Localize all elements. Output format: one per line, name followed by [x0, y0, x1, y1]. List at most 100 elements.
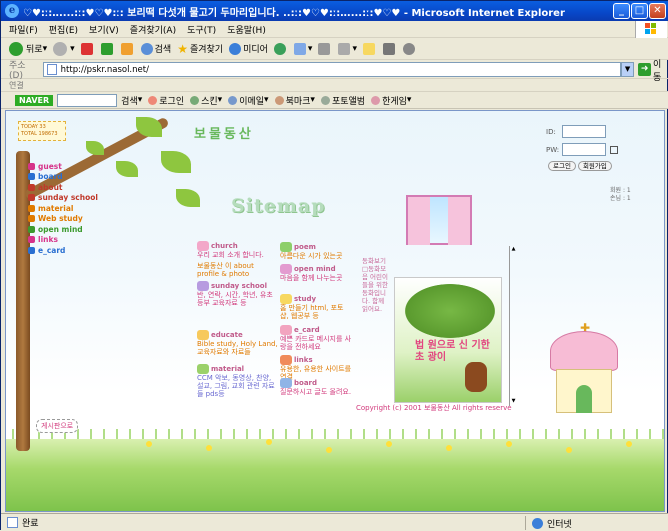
story-scrollbar[interactable]: ▲ ▼	[509, 246, 517, 406]
nav-item-e_card[interactable]: e_card	[28, 245, 98, 256]
login-button[interactable]: 로그인	[548, 161, 576, 171]
menu-file[interactable]: 파일(F)	[9, 23, 38, 36]
flower-icon	[266, 439, 272, 445]
save-id-checkbox[interactable]	[610, 145, 618, 154]
mail-button[interactable]: ▾	[293, 42, 312, 55]
e-card-icon	[280, 325, 292, 335]
join-button[interactable]: 회원가입	[577, 161, 612, 171]
naver-logo[interactable]: NAVER	[15, 94, 54, 106]
nav-item-links[interactable]: links	[28, 235, 98, 246]
category-desc: 아름다운 시가 있는곳	[280, 252, 343, 260]
category-open-mind[interactable]: open mind 마음을 함께 나누는곳	[280, 264, 352, 282]
print-button[interactable]	[318, 42, 332, 55]
login-icon	[148, 95, 158, 105]
nav-item-web-study[interactable]: Web study	[28, 214, 98, 225]
pw-input[interactable]	[562, 143, 606, 156]
home-button[interactable]	[120, 42, 135, 55]
nav-item-about[interactable]: about	[28, 182, 98, 193]
research-button[interactable]	[382, 42, 397, 55]
media-button[interactable]: 미디어	[229, 42, 268, 55]
address-input[interactable]: http://pskr.nasol.net/	[42, 62, 621, 77]
menu-tools[interactable]: 도구(T)	[187, 23, 216, 36]
back-arrow-icon	[9, 41, 23, 56]
globe-icon	[532, 517, 543, 529]
menu-favorites[interactable]: 즐겨찾기(A)	[130, 23, 176, 36]
naver-bookmark-button[interactable]: 북마크 ▾	[274, 94, 315, 107]
stop-button[interactable]	[80, 42, 95, 55]
edit-icon	[338, 42, 351, 55]
window-title: ♡♥:ː:‥....:ː:♥♡♥:ː: 보리떡 다섯개 물고기 두마리입니다. …	[23, 7, 565, 19]
category-poem[interactable]: poem 아름다운 시가 있는곳	[280, 242, 352, 260]
search-button[interactable]: 검색	[140, 42, 171, 55]
go-label: 이동	[652, 59, 662, 83]
category-about[interactable]: 보물동산 이 about profile & photo	[197, 262, 275, 278]
category-title: links	[294, 356, 313, 364]
page-icon	[46, 64, 57, 75]
edit-button[interactable]: ▾	[338, 42, 357, 55]
story-side-text[interactable]: 동화보기 □동화모음 어린이들을 위한 동화입니다. 함께 읽어요.	[362, 257, 392, 313]
category-material[interactable]: material CCM 악보, 동영상, 찬양, 설교, 그림, 교회 관련 …	[197, 364, 279, 398]
messenger-icon	[402, 42, 415, 55]
category-desc: Bible study, Holy Land, 교육자료와 자료들	[197, 340, 278, 356]
flower-icon	[506, 441, 512, 447]
nav-bullet-icon	[28, 173, 35, 181]
skin-icon	[190, 95, 200, 105]
nav-item-open-mind[interactable]: open mind	[28, 224, 98, 235]
educate-icon	[197, 330, 209, 340]
category-desc: 반, 연락, 시간, 학년, 유초등부 교육자료 등	[197, 291, 273, 307]
links-bar[interactable]: 연결	[1, 80, 668, 92]
site-logo[interactable]: 보물동산	[194, 123, 254, 142]
nav-item-label: material	[38, 203, 74, 213]
visit-stats: 회원 : 1 손님 : 1	[610, 187, 631, 203]
forward-button[interactable]: ▾	[53, 41, 75, 56]
naver-skin-button[interactable]: 스킨 ▾	[190, 94, 222, 107]
menu-view[interactable]: 보기(V)	[89, 23, 119, 36]
nav-item-label: sunday school	[38, 193, 98, 203]
naver-mail-label: 이메일	[239, 96, 265, 107]
nav-item-guest[interactable]: guest	[28, 161, 98, 172]
id-input[interactable]	[562, 125, 606, 138]
category-board[interactable]: board 질문하시고 글도 올려요.	[280, 378, 352, 396]
nav-item-label: guest	[38, 161, 62, 171]
naver-photo-button[interactable]: 포토앨범	[320, 94, 365, 107]
minimize-button[interactable]: _	[613, 3, 630, 19]
naver-search-button[interactable]: 검색 ▾	[121, 94, 142, 107]
back-button[interactable]: 뒤로 ▾	[9, 41, 47, 56]
history-button[interactable]	[273, 42, 288, 55]
nav-item-label: e_card	[38, 245, 66, 255]
category-educate[interactable]: educate Bible study, Holy Land, 교육자료와 자료…	[197, 330, 279, 356]
address-dropdown-button[interactable]: ▼	[620, 62, 635, 77]
story-image[interactable]: 법 원으로 신 기한 초 광이	[394, 277, 502, 403]
naver-mail-button[interactable]: 이메일 ▾	[228, 94, 269, 107]
category-sunday-school[interactable]: sunday school 반, 연락, 시간, 학년, 유초등부 교육자료 등	[197, 281, 279, 307]
flower-icon	[446, 445, 452, 451]
naver-login-button[interactable]: 로그인	[148, 94, 184, 107]
maximize-button[interactable]: □	[631, 3, 648, 19]
favorites-button[interactable]: ★ 즐겨찾기	[177, 42, 223, 56]
scroll-up-arrow-icon[interactable]: ▲	[510, 246, 517, 253]
nav-item-board[interactable]: board	[28, 172, 98, 183]
nav-item-material[interactable]: material	[28, 203, 98, 214]
close-button[interactable]: ✕	[649, 3, 666, 19]
naver-hangame-button[interactable]: 한게임 ▾	[371, 94, 411, 107]
favorites-label: 즐겨찾기	[189, 45, 224, 55]
go-button[interactable]: ➜ 이동	[638, 57, 668, 83]
messenger-button[interactable]	[402, 42, 417, 55]
nav-item-sunday-school[interactable]: sunday school	[28, 193, 98, 204]
category-desc: 질문하시고 글도 올려요.	[280, 388, 352, 396]
menu-edit[interactable]: 편집(E)	[49, 23, 78, 36]
flower-icon	[626, 441, 632, 447]
category-desc: 예쁜 카드로 메시지를 사랑을 전하세요	[280, 335, 352, 351]
refresh-button[interactable]	[100, 42, 115, 55]
login-form: ID: PW: 로그인 회원가입	[546, 125, 618, 176]
house-roof	[550, 331, 618, 371]
discuss-button[interactable]	[362, 42, 377, 55]
category-church[interactable]: church 우리 교회 소개 합니다.	[197, 241, 275, 259]
category-study[interactable]: study 홈 만들기 html, 포토샵, 웹공부 등	[280, 294, 352, 320]
naver-search-input[interactable]	[57, 93, 118, 107]
category-e-card[interactable]: e_card 예쁜 카드로 메시지를 사랑을 전하세요	[280, 325, 352, 351]
menu-help[interactable]: 도움말(H)	[227, 23, 266, 36]
address-bar: 주소(D) http://pskr.nasol.net/ ▼ ➜ 이동	[1, 60, 668, 83]
guestbook-link[interactable]: 게시판으로	[36, 419, 79, 433]
house-door	[576, 385, 592, 413]
